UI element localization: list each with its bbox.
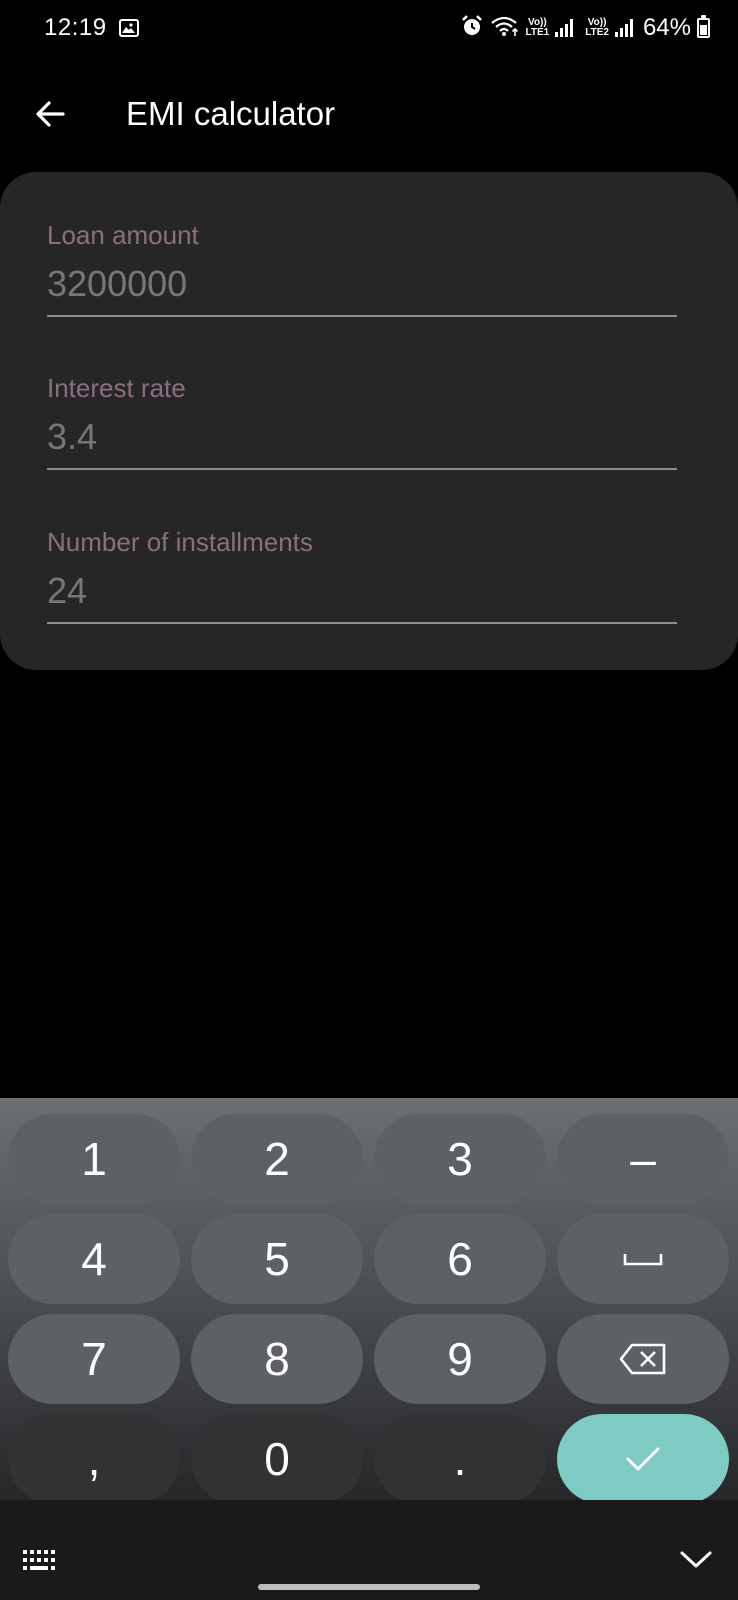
navigation-handle[interactable] [258, 1584, 480, 1590]
loan-amount-input[interactable]: 3200000 [47, 263, 677, 305]
emi-form-card: Loan amount 3200000 Interest rate 3.4 Nu… [0, 172, 738, 670]
interest-rate-input[interactable]: 3.4 [47, 416, 677, 458]
signal-icon-sim1 [555, 19, 574, 37]
key-9[interactable]: 9 [374, 1314, 546, 1404]
arrow-left-icon [36, 101, 65, 127]
interest-rate-underline [47, 468, 677, 470]
wifi-icon [490, 14, 520, 43]
loan-amount-label: Loan amount [47, 220, 199, 250]
key-5[interactable]: 5 [191, 1214, 363, 1304]
installments-underline [47, 622, 677, 624]
status-bar: 12:19 Vo)) LTE1 Vo)) LTE2 64% [0, 0, 738, 56]
space-icon [623, 1254, 663, 1266]
key-4[interactable]: 4 [8, 1214, 180, 1304]
interest-rate-label: Interest rate [47, 373, 186, 403]
alarm-icon [460, 14, 484, 43]
back-button[interactable] [22, 86, 78, 142]
sim2-network: Vo)) LTE2 [585, 17, 609, 38]
installments-label: Number of installments [47, 527, 313, 557]
battery-icon [697, 15, 710, 38]
key-comma[interactable]: , [8, 1414, 180, 1504]
key-0[interactable]: 0 [191, 1414, 363, 1504]
signal-icon-sim2 [614, 19, 633, 37]
key-backspace[interactable] [557, 1314, 729, 1404]
loan-amount-underline [47, 315, 677, 317]
key-7[interactable]: 7 [8, 1314, 180, 1404]
status-time: 12:19 [44, 14, 107, 41]
installments-input[interactable]: 24 [47, 570, 677, 612]
installments-field[interactable]: Number of installments 24 [47, 527, 677, 624]
app-bar: EMI calculator [0, 76, 738, 152]
keyboard-switch-icon[interactable] [22, 1548, 60, 1579]
key-space[interactable] [557, 1214, 729, 1304]
key-3[interactable]: 3 [374, 1114, 546, 1204]
key-1[interactable]: 1 [8, 1114, 180, 1204]
interest-rate-field[interactable]: Interest rate 3.4 [47, 373, 677, 470]
key-8[interactable]: 8 [191, 1314, 363, 1404]
key-6[interactable]: 6 [374, 1214, 546, 1304]
check-icon [626, 1447, 660, 1471]
page-title: EMI calculator [126, 95, 336, 132]
chevron-down-icon[interactable] [676, 1544, 716, 1574]
key-dot[interactable]: . [374, 1414, 546, 1504]
backspace-icon [619, 1343, 666, 1375]
battery-percent: 64% [642, 14, 691, 41]
key-2[interactable]: 2 [191, 1114, 363, 1204]
sim1-network: Vo)) LTE1 [525, 17, 550, 38]
key-done[interactable] [557, 1414, 729, 1504]
loan-amount-field[interactable]: Loan amount 3200000 [47, 220, 677, 317]
key-minus[interactable]: – [557, 1114, 729, 1204]
gallery-icon [118, 19, 139, 37]
